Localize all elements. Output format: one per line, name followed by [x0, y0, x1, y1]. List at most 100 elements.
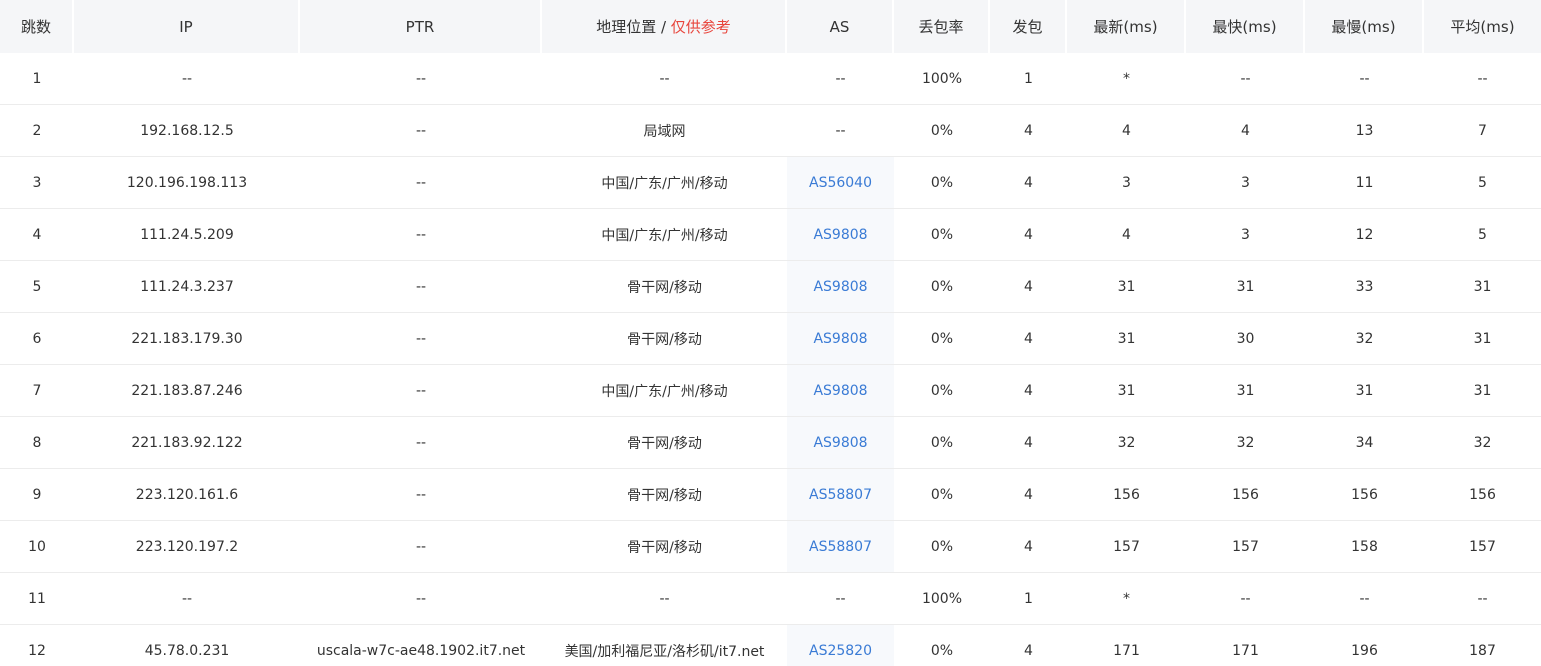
as-cell: AS58807 [787, 521, 894, 573]
best-cell: 171 [1232, 643, 1259, 659]
sent-cell: 1 [990, 573, 1067, 625]
header-loss: 丢包率 [894, 0, 990, 53]
last-cell: 32 [1067, 417, 1186, 469]
as-cell: AS58807 [787, 469, 894, 521]
loss-cell: 0% [894, 521, 990, 573]
loss-cell: 0% [894, 157, 990, 209]
ptr-cell: -- [300, 313, 542, 365]
table-row: 1 -- -- -- -- 100% 1 * -- -- -- [0, 53, 1541, 105]
avg-cell: 31 [1424, 313, 1541, 365]
header-geo: 地理位置 / 仅供参考 [542, 0, 787, 53]
loss-cell: 0% [894, 313, 990, 365]
as-link[interactable]: AS56040 [809, 175, 872, 191]
table-row: 3 120.196.198.113 -- 中国/广东/广州/移动 AS56040 0% 4 3… [0, 157, 1541, 209]
loss-cell: 0% [894, 105, 990, 157]
sent-cell: 4 [990, 521, 1067, 573]
best-cell: 32 [1186, 417, 1305, 469]
avg-cell: -- [1424, 573, 1541, 625]
geo-cell: -- [542, 573, 787, 625]
avg-cell: -- [1424, 53, 1541, 105]
as-link[interactable]: AS9808 [813, 279, 867, 295]
header-best: 最快(ms) [1186, 0, 1305, 53]
hop-cell: 2 [0, 105, 74, 157]
as-link[interactable]: AS9808 [813, 383, 867, 399]
loss-cell: 0% [894, 417, 990, 469]
ip-cell: 45.78.0.231 [144, 643, 230, 659]
header-as: AS [787, 0, 894, 53]
hop-cell: 9 [0, 469, 74, 521]
hop-cell: 5 [0, 261, 74, 313]
ptr-cell: -- [300, 261, 542, 313]
ptr-cell: -- [300, 573, 542, 625]
sent-cell: 4 [990, 105, 1067, 157]
sent-cell: 1 [990, 53, 1067, 105]
best-cell: 3 [1186, 157, 1305, 209]
ptr-cell: -- [300, 105, 542, 157]
worst-cell: 13 [1305, 105, 1424, 157]
as-link[interactable]: AS58807 [809, 487, 872, 503]
loss-cell: 100% [894, 53, 990, 105]
sent-cell: 4 [990, 157, 1067, 209]
table-row: 9 223.120.161.6 -- 骨干网/移动 AS58807 0% 4 156 156 15… [0, 469, 1541, 521]
table-row: 2 192.168.12.5 -- 局域网 -- 0% 4 4 4 13 7 [0, 105, 1541, 157]
best-cell: 31 [1186, 365, 1305, 417]
geo-cell: 骨干网/移动 [542, 313, 787, 365]
loss-cell: 0% [894, 209, 990, 261]
geo-cell: -- [542, 53, 787, 105]
avg-cell: 5 [1424, 157, 1541, 209]
ip-cell: 221.183.92.122 [74, 417, 300, 469]
table-body: 1 -- -- -- -- 100% 1 * -- -- -- 2 192.168.12.5 -- 局域网 -… [0, 53, 1541, 666]
worst-cell: -- [1305, 573, 1424, 625]
header-sent: 发包 [990, 0, 1067, 53]
geo-cell: 骨干网/移动 [542, 261, 787, 313]
header-ptr: PTR [300, 0, 542, 53]
best-cell: 156 [1186, 469, 1305, 521]
worst-cell: 32 [1305, 313, 1424, 365]
ip-cell: 223.120.161.6 [74, 469, 300, 521]
table-row: 5 111.24.3.237 -- 骨干网/移动 AS9808 0% 4 31 31 33 31 [0, 261, 1541, 313]
avg-cell: 157 [1424, 521, 1541, 573]
as-link[interactable]: AS9808 [813, 331, 867, 347]
hop-cell: 12 [28, 643, 46, 659]
as-link[interactable]: AS9808 [813, 435, 867, 451]
table-row: 8 221.183.92.122 -- 骨干网/移动 AS9808 0% 4 32 32 34 32 [0, 417, 1541, 469]
geo-cell: 美国/加利福尼亚/洛杉矶/it7.net [564, 644, 765, 660]
worst-cell: 33 [1305, 261, 1424, 313]
header-geo-label: 地理位置 [596, 18, 657, 36]
ip-cell: 111.24.5.209 [74, 209, 300, 261]
geo-cell: 局域网 [542, 105, 787, 157]
ptr-cell: -- [300, 209, 542, 261]
table-row: 4 111.24.5.209 -- 中国/广东/广州/移动 AS9808 0% 4 4 3 12 5 [0, 209, 1541, 261]
table-row: 6 221.183.179.30 -- 骨干网/移动 AS9808 0% 4 31 30 32 31 [0, 313, 1541, 365]
ip-cell: 192.168.12.5 [74, 105, 300, 157]
ptr-cell: uscala-w7c-ae48.1902.it7.net [316, 643, 526, 659]
sent-cell: 4 [990, 261, 1067, 313]
header-row: 跳数 IP PTR 地理位置 / 仅供参考 AS 丢包率 发包 最新(ms) 最… [0, 0, 1541, 53]
geo-cell: 中国/广东/广州/移动 [542, 209, 787, 261]
hop-cell: 3 [0, 157, 74, 209]
as-cell: AS9808 [787, 313, 894, 365]
last-cell: 4 [1067, 105, 1186, 157]
as-link[interactable]: AS25820 [809, 643, 872, 659]
table-row: 12 45.78.0.231 uscala-w7c-ae48.1902.it7.ne… [0, 625, 1541, 666]
best-cell: -- [1186, 53, 1305, 105]
last-cell: 31 [1067, 261, 1186, 313]
as-cell: AS25820 [787, 625, 894, 666]
as-cell: AS9808 [787, 261, 894, 313]
last-cell: 171 [1113, 643, 1140, 659]
ptr-cell: -- [300, 53, 542, 105]
worst-cell: 196 [1351, 643, 1378, 659]
ip-cell: 111.24.3.237 [74, 261, 300, 313]
as-cell: AS9808 [787, 365, 894, 417]
avg-cell: 5 [1424, 209, 1541, 261]
worst-cell: 158 [1305, 521, 1424, 573]
last-cell: * [1067, 573, 1186, 625]
as-link[interactable]: AS9808 [813, 227, 867, 243]
header-geo-separator: / [656, 18, 671, 36]
hop-cell: 10 [0, 521, 74, 573]
table-row: 11 -- -- -- -- 100% 1 * -- -- -- [0, 573, 1541, 625]
best-cell: -- [1186, 573, 1305, 625]
avg-cell: 156 [1424, 469, 1541, 521]
as-link[interactable]: AS58807 [809, 539, 872, 555]
header-geo-note: 仅供参考 [670, 18, 731, 36]
